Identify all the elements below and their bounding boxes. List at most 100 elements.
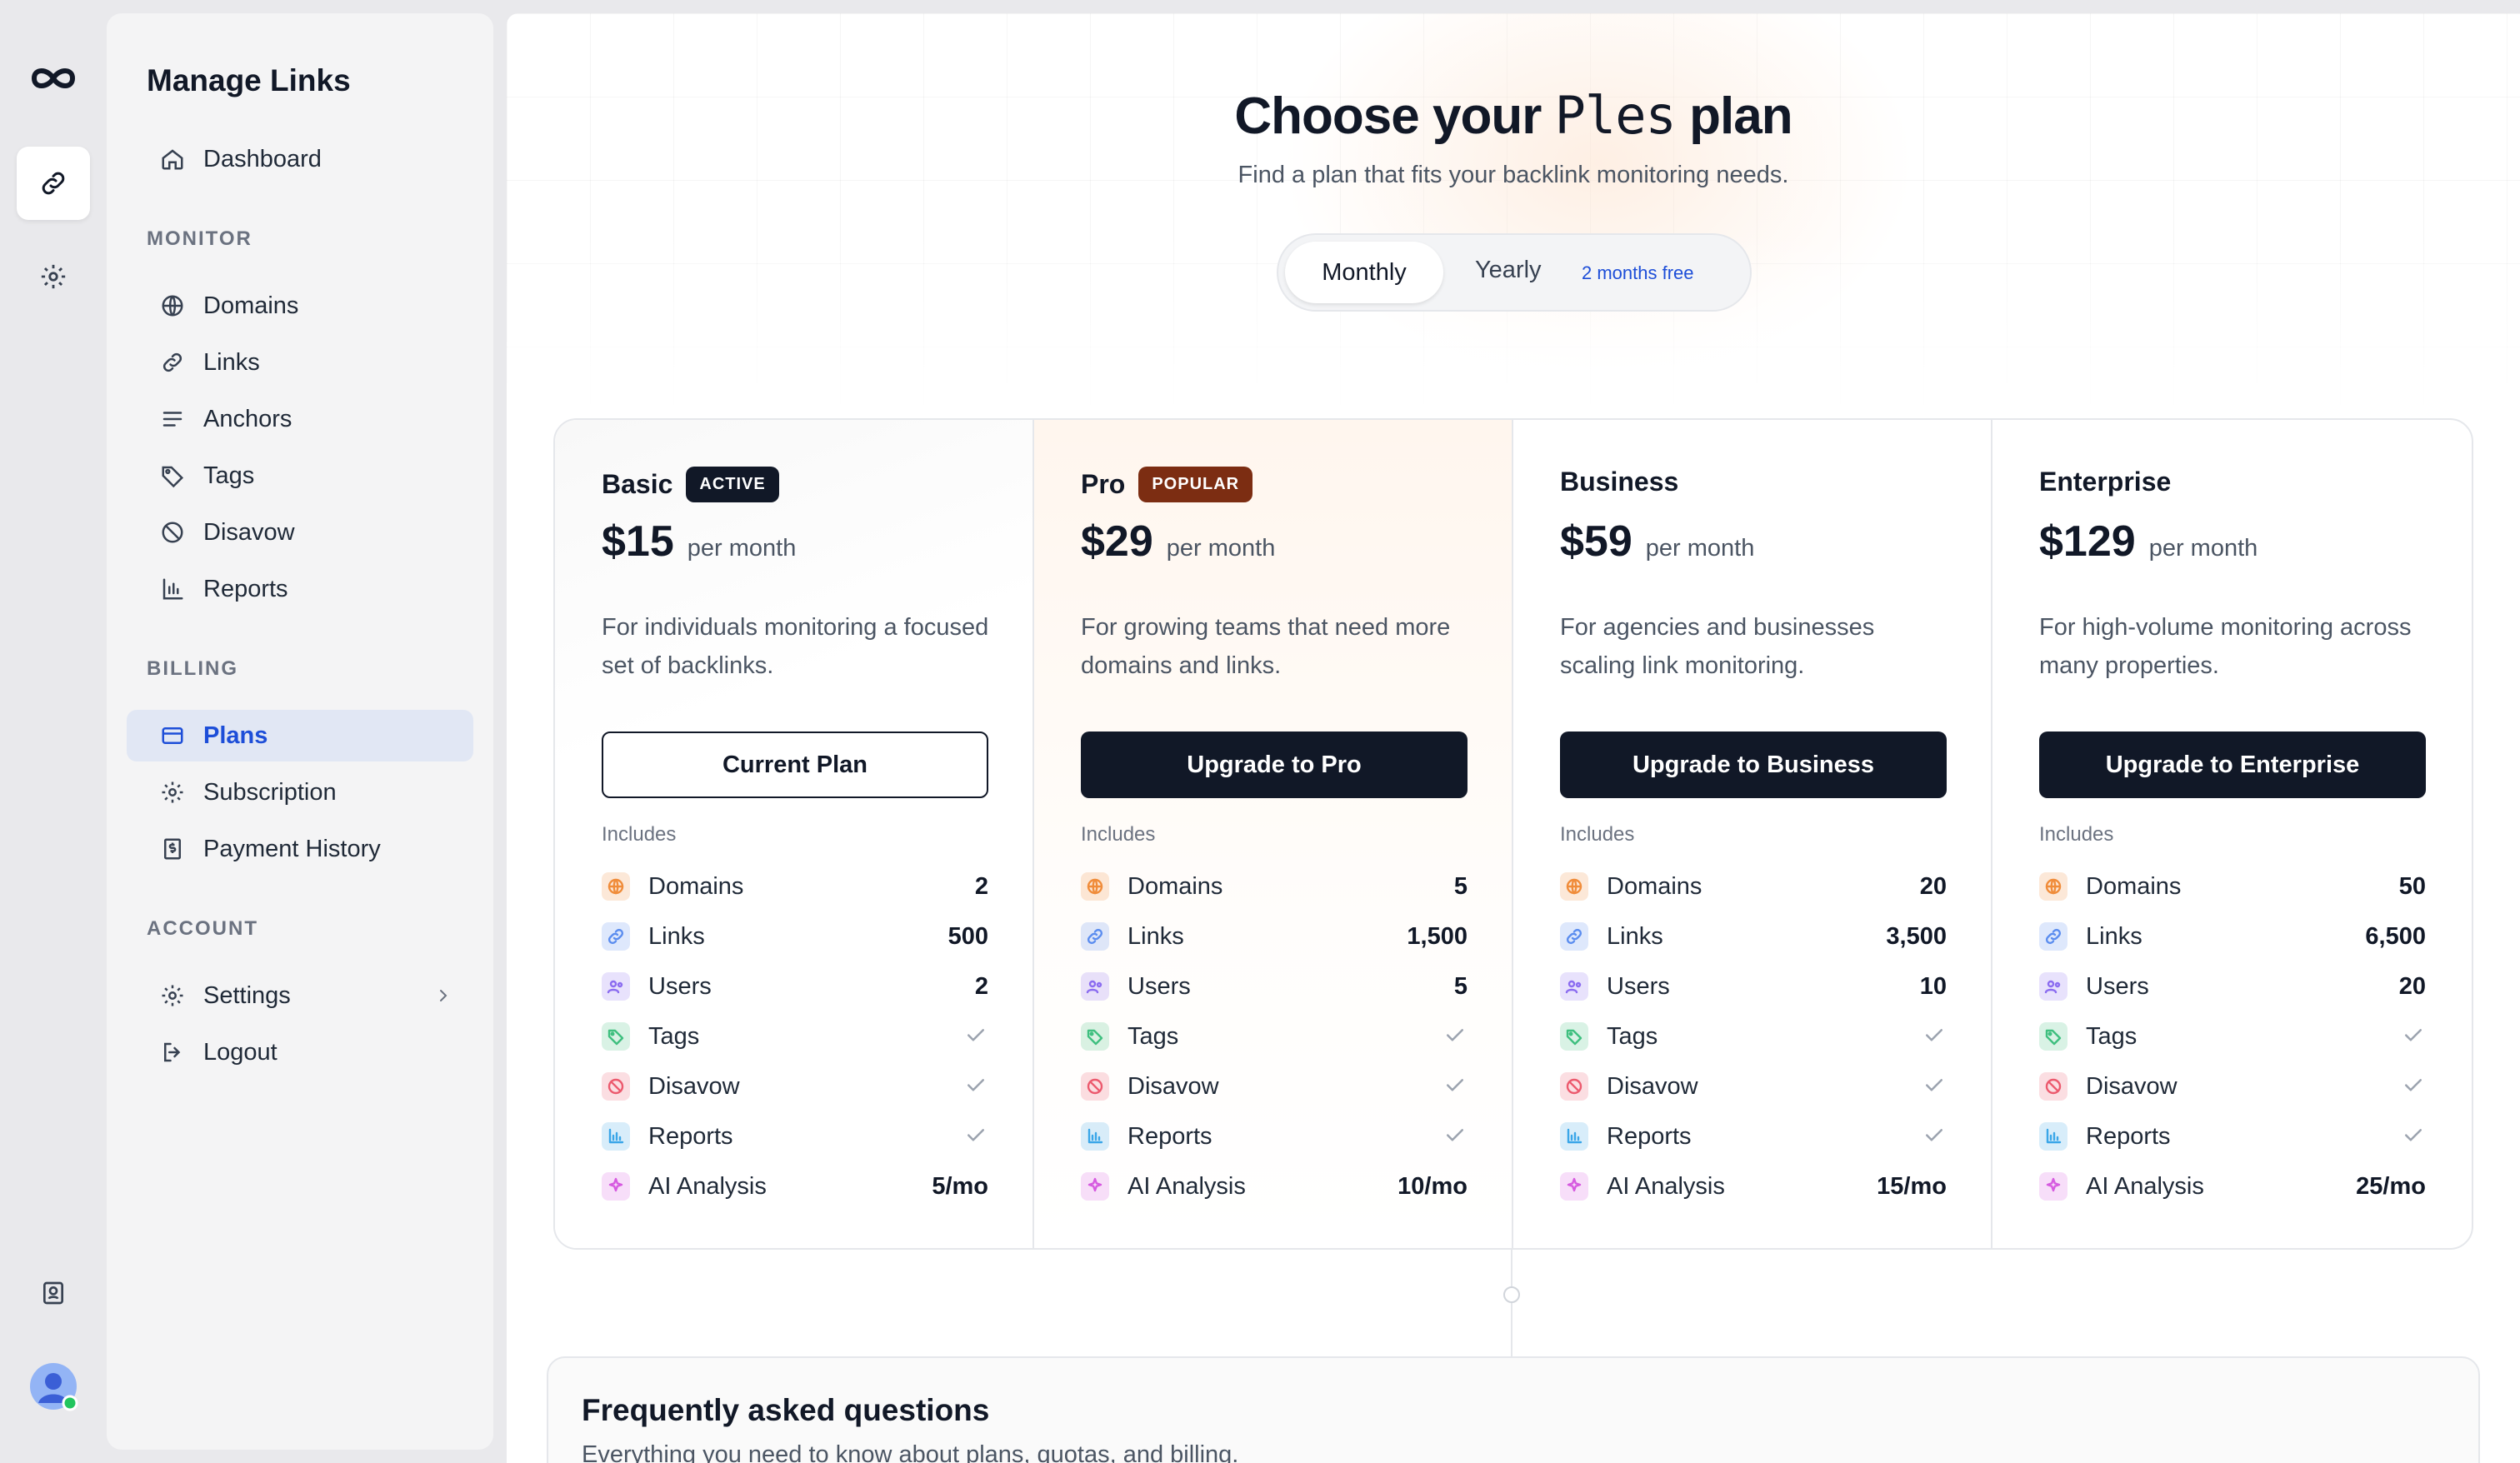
plan-name: Enterprise [2039,467,2172,497]
pricing-table: Basic ACTIVE $15 per month For individuals m… [553,418,2473,1250]
credit-card-icon [158,722,187,750]
sidebar-item-label: Settings [203,981,291,1009]
rail-links-icon[interactable] [17,147,90,220]
check-icon [1922,1122,1947,1151]
sparkle-icon [1560,1172,1588,1201]
rail-settings-icon[interactable] [17,240,90,313]
feature-value: 1,500 [1407,922,1468,950]
feature-name: Tags [648,1022,700,1050]
bar-chart-icon [602,1122,630,1151]
plan-period: per month [2148,535,2258,562]
feature-name: Users [2086,972,2149,1000]
feature-value: 20 [1919,872,1947,900]
sidebar-item-anchors[interactable]: Anchors [127,393,473,445]
feature-row-links: Links 500 [602,920,988,953]
feature-value: 15/mo [1877,1172,1947,1200]
sidebar-item-disavow[interactable]: Disavow [127,507,473,558]
feature-row-reports: Reports [602,1120,988,1153]
feature-row-users: Users 5 [1081,970,1468,1003]
sidebar-item-domains[interactable]: Domains [127,280,473,332]
feature-name: Users [1128,972,1191,1000]
link-icon [2039,922,2068,951]
sidebar-title: Manage Links [147,63,351,97]
tag-icon [158,462,187,490]
plan-card-pro: Pro POPULAR $29 per month For growing teams … [1034,420,1513,1248]
upgrade-enterprise-button[interactable]: Upgrade to Enterprise [2039,732,2426,798]
plan-price: $129 [2039,517,2136,566]
plan-period: per month [1166,535,1276,562]
upgrade-pro-button[interactable]: Upgrade to Pro [1081,732,1468,798]
feature-value: 50 [2398,872,2426,900]
feature-row-tags: Tags [1081,1020,1468,1053]
feature-name: Reports [1607,1122,1692,1150]
ban-icon [1081,1072,1109,1101]
sidebar-item-plans[interactable]: Plans [127,710,473,761]
yearly-discount-badge: 2 months free [1582,262,1694,283]
toggle-monthly[interactable]: Monthly [1285,242,1443,303]
feature-value: 25/mo [2356,1172,2426,1200]
check-icon [963,1122,988,1151]
ban-icon [2039,1072,2068,1101]
sidebar-item-tags[interactable]: Tags [127,450,473,502]
tag-icon [602,1022,630,1051]
upgrade-business-button[interactable]: Upgrade to Business [1560,732,1947,798]
faq-section: Frequently asked questions Everything yo… [547,1356,2480,1463]
title-suffix: plan [1689,87,1792,145]
globe-icon [1560,872,1588,901]
rail-contacts-icon[interactable] [17,1256,90,1330]
globe-icon [602,872,630,901]
plan-header: Basic ACTIVE [602,467,779,502]
plan-card-basic: Basic ACTIVE $15 per month For individuals m… [555,420,1034,1248]
plan-price: $15 [602,517,674,566]
bar-chart-icon [158,575,187,603]
feature-name: Disavow [1128,1072,1219,1100]
section-label-billing: BILLING [147,657,238,680]
feature-name: Domains [648,872,744,900]
plan-price: $29 [1081,517,1153,566]
feature-name: Domains [1128,872,1223,900]
bar-chart-icon [2039,1122,2068,1151]
users-icon [2039,972,2068,1001]
includes-label: Includes [1560,823,1635,846]
check-icon [1442,1122,1468,1151]
home-icon [158,145,187,173]
feature-name: Reports [1128,1122,1212,1150]
sidebar-item-subscription[interactable]: Subscription [127,766,473,818]
feature-row-tags: Tags [602,1020,988,1053]
feature-value: 500 [948,922,988,950]
feature-row-users: Users 10 [1560,970,1947,1003]
feature-value: 2 [974,972,988,1000]
feature-name: Tags [1607,1022,1658,1050]
current-plan-button[interactable]: Current Plan [602,732,988,798]
sidebar-item-settings[interactable]: Settings [127,970,473,1021]
plan-price-row: $59 per month [1560,517,1754,567]
check-icon [2401,1072,2426,1101]
feature-row-disavow: Disavow [1081,1070,1468,1103]
users-icon [1560,972,1588,1001]
feature-row-disavow: Disavow [602,1070,988,1103]
sidebar-item-links[interactable]: Links [127,337,473,388]
plan-period: per month [687,535,797,562]
feature-row-ai-analysis: AI Analysis 10/mo [1081,1170,1468,1203]
plan-header: Enterprise [2039,467,2171,497]
sidebar-item-reports[interactable]: Reports [127,563,473,615]
sidebar-item-payment-history[interactable]: Payment History [127,823,473,875]
includes-label: Includes [1081,823,1156,846]
brand-logo-icon[interactable] [17,42,90,115]
feature-name: AI Analysis [648,1172,767,1200]
feature-row-links: Links 3,500 [1560,920,1947,953]
check-icon [2401,1022,2426,1051]
sidebar-item-logout[interactable]: Logout [127,1026,473,1078]
feature-row-tags: Tags [1560,1020,1947,1053]
main-content: Choose your Ples plan Find a plan that f… [507,13,2520,1463]
gear-icon [158,981,187,1010]
sidebar-item-dashboard[interactable]: Dashboard [127,133,473,185]
plan-description: For individuals monitoring a focused set… [602,614,989,679]
feature-row-disavow: Disavow [2039,1070,2426,1103]
check-icon [1442,1072,1468,1101]
toggle-yearly[interactable]: Yearly [1475,257,1542,284]
feature-name: Domains [2086,872,2182,900]
plan-description: For agencies and businesses scaling link… [1560,614,1875,679]
user-avatar[interactable] [17,1350,90,1423]
connector-line [1511,1250,1512,1356]
